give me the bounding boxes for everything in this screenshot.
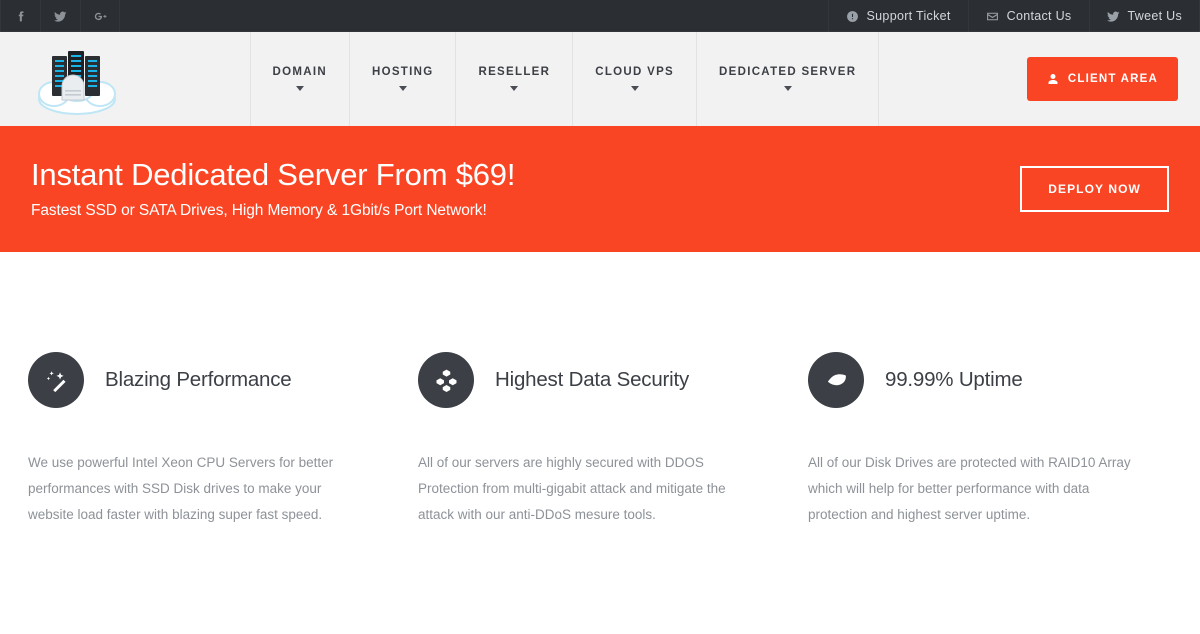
nav-label: RESELLER: [478, 66, 551, 79]
main-navigation: DOMAIN HOSTING RESELLER CLOUD VPS DEDICA…: [249, 32, 880, 126]
nav-label: HOSTING: [371, 66, 434, 79]
social-links: [0, 0, 120, 32]
chevron-down-icon: [295, 85, 304, 91]
tweet-us-label: Tweet Us: [1127, 9, 1182, 23]
twitter-icon: [1106, 11, 1119, 22]
nav-item-domain[interactable]: DOMAIN: [249, 32, 349, 126]
feature-head: Blazing Performance: [28, 352, 362, 408]
hero-subtitle: Fastest SSD or SATA Drives, High Memory …: [31, 201, 487, 219]
hero-text: Instant Dedicated Server From $69! Faste…: [31, 158, 515, 219]
support-ticket-link[interactable]: Support Ticket: [827, 0, 968, 32]
feature-blazing-performance: Blazing Performance We use powerful Inte…: [0, 352, 390, 528]
deploy-now-button[interactable]: DEPLOY NOW: [1020, 166, 1169, 212]
exclamation-circle-icon: [846, 10, 858, 22]
nav-label: CLOUD VPS: [595, 66, 675, 79]
leaf-icon: [808, 352, 864, 408]
feature-head: Highest Data Security: [418, 352, 752, 408]
feature-uptime: 99.99% Uptime All of our Disk Drives are…: [780, 352, 1170, 528]
client-area-button[interactable]: CLIENT AREA: [1026, 57, 1178, 101]
chevron-down-icon: [630, 85, 639, 91]
cubes-icon: [418, 352, 474, 408]
nav-label: DEDICATED SERVER: [719, 66, 857, 79]
contact-us-link[interactable]: Contact Us: [967, 0, 1089, 32]
support-ticket-label: Support Ticket: [866, 9, 951, 23]
client-area-label: CLIENT AREA: [1067, 73, 1158, 85]
hero-banner: Instant Dedicated Server From $69! Faste…: [0, 126, 1200, 252]
nav-item-cloud-vps[interactable]: CLOUD VPS: [572, 32, 696, 126]
contact-us-label: Contact Us: [1006, 9, 1072, 23]
top-bar-links: Support Ticket Contact Us Tweet Us: [827, 0, 1200, 32]
facebook-icon[interactable]: [0, 0, 40, 32]
chevron-down-icon: [783, 85, 792, 91]
feature-description: All of our Disk Drives are protected wit…: [808, 455, 1131, 522]
feature-title: Highest Data Security: [495, 368, 690, 391]
client-area-wrap: CLIENT AREA: [1007, 32, 1200, 126]
envelope-icon: [986, 12, 998, 20]
server-cloud-logo: [38, 51, 116, 115]
nav-item-dedicated-server[interactable]: DEDICATED SERVER: [696, 32, 880, 126]
twitter-icon[interactable]: [40, 0, 80, 32]
feature-description: All of our servers are highly secured wi…: [418, 455, 726, 522]
tweet-us-link[interactable]: Tweet Us: [1088, 0, 1200, 32]
nav-label: DOMAIN: [272, 66, 327, 79]
feature-title: Blazing Performance: [105, 368, 292, 391]
feature-highest-data-security: Highest Data Security All of our servers…: [390, 352, 780, 528]
site-header: DOMAIN HOSTING RESELLER CLOUD VPS DEDICA…: [0, 32, 1200, 126]
nav-item-reseller[interactable]: RESELLER: [455, 32, 572, 126]
chevron-down-icon: [510, 85, 519, 91]
google-plus-icon[interactable]: [80, 0, 120, 32]
site-logo[interactable]: [0, 32, 122, 126]
feature-description: We use powerful Intel Xeon CPU Servers f…: [28, 455, 334, 522]
feature-title: 99.99% Uptime: [885, 368, 1023, 391]
user-icon: [1048, 74, 1058, 84]
top-bar: Support Ticket Contact Us Tweet Us: [0, 0, 1200, 32]
chevron-down-icon: [398, 85, 407, 91]
nav-item-hosting[interactable]: HOSTING: [348, 32, 456, 126]
hero-title: Instant Dedicated Server From $69!: [31, 157, 516, 193]
feature-head: 99.99% Uptime: [808, 352, 1142, 408]
magic-wand-icon: [28, 352, 84, 408]
features-section: Blazing Performance We use powerful Inte…: [0, 252, 1200, 528]
